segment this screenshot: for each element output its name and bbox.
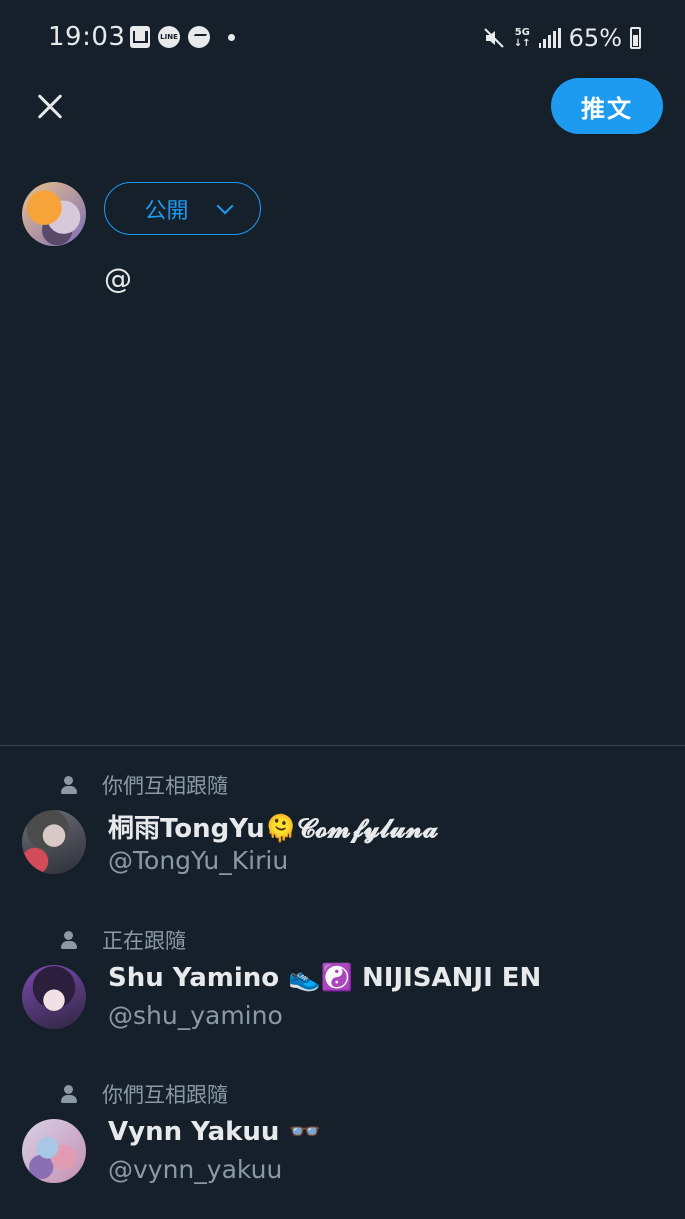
display-name: 桐雨TongYu🫠𝓒𝓸𝓶𝓯𝔂𝓵𝓾𝓷𝓪 [108, 814, 439, 844]
follow-context-label: 你們互相跟隨 [102, 1083, 228, 1107]
display-name: Vynn Yakuu 👓 [108, 1117, 321, 1147]
status-bar: 19:03 LINE 5G ↓↑ 65% [0, 0, 685, 76]
follow-context-label: 你們互相跟隨 [102, 774, 228, 798]
data-arrows-icon: ↓↑ [513, 38, 531, 49]
battery-percent: 65% [568, 24, 622, 52]
battery-icon [630, 27, 641, 49]
mute-icon [484, 28, 504, 48]
system-icons: 5G ↓↑ 65% [482, 24, 641, 52]
messenger-icon [188, 26, 210, 48]
notification-icons: LINE [130, 26, 235, 48]
avatar [22, 1119, 86, 1183]
username: @TongYu_Kiriu [108, 846, 289, 875]
network-icon: 5G ↓↑ [514, 27, 531, 49]
status-time: 19:03 [48, 22, 126, 52]
signal-icon [538, 28, 561, 48]
follow-context: 正在跟隨 [58, 925, 186, 955]
mention-suggestion[interactable]: 你們互相跟隨 Vynn Yakuu 👓 @vynn_yakuu [0, 1079, 685, 1219]
avatar [22, 810, 86, 874]
line-icon: LINE [158, 26, 180, 48]
mention-suggestion[interactable]: 你們互相跟隨 桐雨TongYu🫠𝓒𝓸𝓶𝓯𝔂𝓵𝓾𝓷𝓪 @TongYu_Kiriu [0, 770, 685, 910]
follow-context: 你們互相跟隨 [58, 770, 228, 800]
close-icon[interactable] [28, 84, 72, 128]
chevron-down-icon [216, 197, 233, 214]
tweet-text-input[interactable]: @ [104, 262, 144, 302]
mention-suggestion[interactable]: 正在跟隨 Shu Yamino 👟☯️ NIJISANJI EN @shu_ya… [0, 925, 685, 1065]
network-type: 5G [514, 27, 530, 38]
audience-label: 公開 [144, 198, 189, 224]
person-icon [58, 929, 80, 951]
person-icon [58, 774, 80, 796]
twitch-icon [130, 26, 150, 48]
person-icon [58, 1083, 80, 1105]
follow-context: 你們互相跟隨 [58, 1079, 228, 1109]
tweet-button[interactable]: 推文 [551, 78, 663, 134]
audience-selector-button[interactable]: 公開 [104, 182, 261, 235]
avatar [22, 965, 86, 1029]
username: @vynn_yakuu [108, 1155, 283, 1184]
user-avatar [22, 182, 86, 246]
divider [0, 745, 685, 746]
username: @shu_yamino [108, 1001, 283, 1030]
follow-context-label: 正在跟隨 [102, 929, 186, 953]
display-name: Shu Yamino 👟☯️ NIJISANJI EN [108, 963, 542, 993]
more-notifications-dot-icon [228, 33, 235, 41]
